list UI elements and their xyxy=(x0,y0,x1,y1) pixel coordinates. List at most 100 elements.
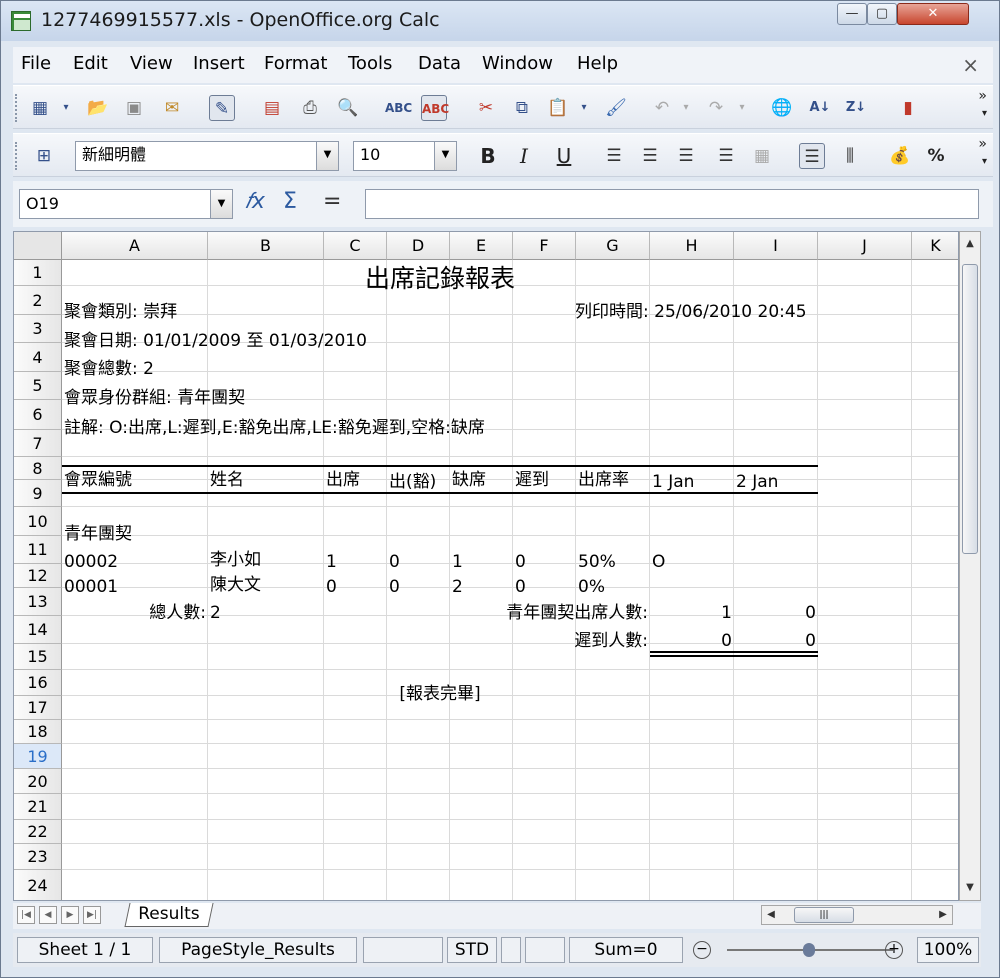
edit-file-icon[interactable]: ✎ xyxy=(209,95,235,121)
menu-edit[interactable]: Edit xyxy=(73,53,108,74)
row-header-5[interactable]: 5 xyxy=(14,372,62,400)
row-header-17[interactable]: 17 xyxy=(14,696,62,720)
underline-button[interactable]: U xyxy=(551,143,577,169)
redo-dropdown-icon[interactable]: ▾ xyxy=(729,95,755,121)
row11-attend[interactable]: 1 xyxy=(326,550,337,574)
next-sheet-icon[interactable]: ▶ xyxy=(61,906,79,924)
function-wizard-icon[interactable]: 𝑓x xyxy=(245,189,265,214)
merge-cells-icon[interactable]: ▦ xyxy=(749,143,775,169)
column-header-j[interactable]: J xyxy=(818,232,912,260)
row12-rate[interactable]: 0% xyxy=(578,575,605,599)
cell-a5[interactable]: 會眾身份群組: 青年團契 xyxy=(64,386,245,410)
column-header-c[interactable]: C xyxy=(324,232,387,260)
header-name[interactable]: 姓名 xyxy=(210,468,244,492)
header-attend[interactable]: 出席 xyxy=(326,468,360,492)
row12-exempt[interactable]: 0 xyxy=(389,575,400,599)
open-folder-icon[interactable]: 📂 xyxy=(85,95,111,121)
menu-help[interactable]: Help xyxy=(577,53,618,74)
header-exempt-attend[interactable]: 出(豁) xyxy=(389,470,436,494)
row-header-14[interactable]: 14 xyxy=(14,616,62,644)
row-header-6[interactable]: 6 xyxy=(14,400,62,430)
paste-dropdown-icon[interactable]: ▾ xyxy=(571,95,597,121)
menu-insert[interactable]: Insert xyxy=(193,53,245,74)
print-icon[interactable]: ⎙ xyxy=(297,95,323,121)
report-end-label[interactable]: [報表完畢] xyxy=(62,682,818,706)
formula-input[interactable] xyxy=(365,189,979,219)
row-header-7[interactable]: 7 xyxy=(14,430,62,457)
header-member-id[interactable]: 會眾編號 xyxy=(64,468,132,492)
text-direction-vertical-icon[interactable]: ⫼ xyxy=(837,143,863,169)
align-left-icon[interactable]: ☰ xyxy=(601,143,627,169)
chevron-down-icon[interactable]: ▼ xyxy=(210,190,232,218)
cell-g2[interactable]: 列印時間: 25/06/2010 20:45 xyxy=(575,300,807,324)
column-header-e[interactable]: E xyxy=(450,232,513,260)
format-paintbrush-icon[interactable]: 🖌 xyxy=(603,95,629,121)
header-attend-rate[interactable]: 出席率 xyxy=(578,468,629,492)
scroll-down-icon[interactable]: ▼ xyxy=(960,878,980,898)
name-box[interactable]: O19 ▼ xyxy=(19,189,233,219)
row-header-21[interactable]: 21 xyxy=(14,794,62,820)
spreadsheet-grid[interactable]: A B C D E F G H I J K 1 2 3 4 5 6 7 8 9 10 11 12 13 1… xyxy=(13,231,959,901)
row-header-18[interactable]: 18 xyxy=(14,720,62,744)
maximize-button[interactable]: ▢ xyxy=(867,3,897,25)
close-document-icon[interactable]: × xyxy=(962,53,979,77)
scroll-left-icon[interactable]: ◀ xyxy=(762,906,780,924)
row-header-19[interactable]: 19 xyxy=(14,744,62,769)
horizontal-scroll-thumb[interactable]: ||| xyxy=(794,907,854,923)
sum-indicator[interactable]: Sum=0 xyxy=(569,937,683,963)
group-attend-jan2[interactable]: 0 xyxy=(734,601,816,625)
row12-name[interactable]: 陳大文 xyxy=(210,573,261,597)
menu-window[interactable]: Window xyxy=(482,53,553,74)
row11-exempt[interactable]: 0 xyxy=(389,550,400,574)
toolbar-overflow-icon[interactable]: » xyxy=(978,136,987,152)
horizontal-scrollbar[interactable]: ◀ ||| ▶ xyxy=(761,905,953,925)
row-header-24[interactable]: 24 xyxy=(14,870,62,900)
redo-icon[interactable]: ↷ xyxy=(703,95,729,121)
paste-icon[interactable]: 📋 xyxy=(545,95,571,121)
row-header-3[interactable]: 3 xyxy=(14,315,62,343)
copy-icon[interactable]: ⧉ xyxy=(509,95,535,121)
header-absent[interactable]: 缺席 xyxy=(452,468,486,492)
sheet-tab-results[interactable]: Results xyxy=(124,903,214,927)
column-header-a[interactable]: A xyxy=(62,232,208,260)
sort-ascending-icon[interactable]: A↓ xyxy=(807,95,833,121)
selection-mode-indicator[interactable]: STD xyxy=(447,937,497,963)
new-document-icon[interactable]: ▦ xyxy=(27,95,53,121)
export-pdf-icon[interactable]: ▤ xyxy=(259,95,285,121)
column-header-k[interactable]: K xyxy=(912,232,958,260)
row-header-11[interactable]: 11 xyxy=(14,536,62,564)
row-header-15[interactable]: 15 xyxy=(14,644,62,670)
toolbar-options-icon[interactable]: ▾ xyxy=(982,156,987,167)
vertical-scroll-thumb[interactable] xyxy=(962,264,978,554)
hyperlink-globe-icon[interactable]: 🌐 xyxy=(769,95,795,121)
column-header-i[interactable]: I xyxy=(734,232,818,260)
page-preview-icon[interactable]: 🔍 xyxy=(335,95,361,121)
cut-icon[interactable]: ✂ xyxy=(473,95,499,121)
align-right-icon[interactable]: ☰ xyxy=(673,143,699,169)
zoom-in-icon[interactable]: + xyxy=(885,941,903,959)
undo-icon[interactable]: ↶ xyxy=(649,95,675,121)
autospellcheck-icon[interactable]: ABC xyxy=(421,95,449,121)
row12-late[interactable]: 0 xyxy=(515,575,526,599)
row11-late[interactable]: 0 xyxy=(515,550,526,574)
undo-dropdown-icon[interactable]: ▾ xyxy=(673,95,699,121)
sort-descending-icon[interactable]: Z↓ xyxy=(843,95,869,121)
row11-name[interactable]: 李小如 xyxy=(210,548,261,572)
header-date-1[interactable]: 1 Jan xyxy=(652,470,694,494)
total-members-value[interactable]: 2 xyxy=(210,601,221,625)
group-attend-jan1[interactable]: 1 xyxy=(650,601,732,625)
font-name-select[interactable]: 新細明體 ▼ xyxy=(75,141,339,171)
column-header-h[interactable]: H xyxy=(650,232,734,260)
sum-icon[interactable]: Σ xyxy=(283,189,297,214)
row-header-2[interactable]: 2 xyxy=(14,286,62,315)
justify-icon[interactable]: ☰ xyxy=(713,143,739,169)
toolbar-grip[interactable] xyxy=(15,142,19,170)
row-header-4[interactable]: 4 xyxy=(14,343,62,372)
group-label[interactable]: 青年團契 xyxy=(64,522,132,546)
header-late[interactable]: 遲到 xyxy=(515,468,549,492)
row-header-22[interactable]: 22 xyxy=(14,820,62,844)
row-header-23[interactable]: 23 xyxy=(14,844,62,870)
save-icon[interactable]: ▣ xyxy=(121,95,147,121)
spellcheck-icon[interactable]: ABC xyxy=(385,95,412,121)
menu-format[interactable]: Format xyxy=(264,53,327,74)
